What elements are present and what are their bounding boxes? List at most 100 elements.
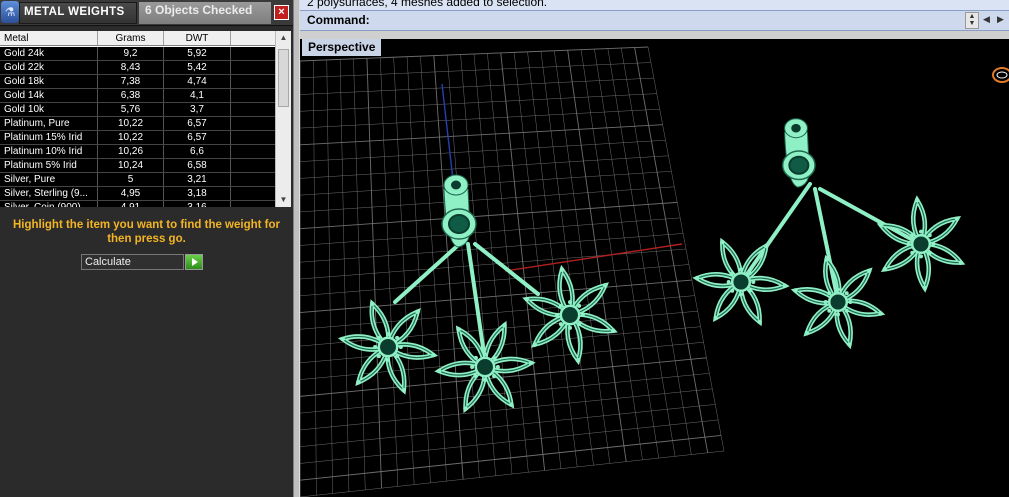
x-axis-line [504, 243, 683, 272]
table-row[interactable]: Platinum 5% Irid 10,24 6,58 [0, 159, 275, 173]
center-bead [568, 325, 572, 330]
arrow-right-icon[interactable]: ▶ [997, 14, 1004, 25]
center-bead [495, 365, 500, 369]
prong-bead [866, 268, 872, 274]
prong-bead [878, 311, 883, 316]
cell-metal: Platinum, Pure [0, 117, 98, 130]
earring-bail[interactable] [782, 118, 816, 188]
table-row[interactable]: Platinum 10% Irid 10,26 6,6 [0, 145, 275, 159]
prong-bead [602, 283, 608, 288]
center-bead [376, 354, 381, 359]
metal-weights-panel: ⚗ METAL WEIGHTS 6 Objects Checked × Meta… [0, 0, 293, 497]
center-bead [836, 287, 840, 292]
prong-bead [559, 267, 565, 272]
scrollbar-thumb[interactable] [278, 49, 289, 107]
close-button[interactable]: × [274, 5, 289, 20]
center-bead [473, 374, 478, 379]
perspective-viewport[interactable]: Perspective [300, 39, 1009, 497]
cell-empty [231, 103, 275, 116]
cell-metal: Platinum 15% Irid [0, 131, 98, 144]
prong-bead [356, 379, 361, 385]
command-spinner[interactable]: ▲ ▼ [965, 12, 979, 29]
prong-bead [847, 342, 852, 347]
cell-dwt: 6,58 [164, 159, 231, 172]
metal-table: Metal Grams DWT Gold 24k 9,2 5,92 Gold 22k 8… [0, 31, 291, 207]
cell-grams: 4,91 [98, 201, 164, 207]
table-row[interactable]: Silver, Sterling (9... 4,95 3,18 [0, 187, 275, 201]
prong-bead [524, 296, 530, 302]
cell-empty [231, 145, 275, 158]
prong-bead [793, 288, 798, 293]
cell-grams: 10,22 [98, 131, 164, 144]
calculate-dropdown[interactable]: Calculate [81, 254, 184, 270]
table-row[interactable]: Platinum 15% Irid 10,22 6,57 [0, 131, 275, 145]
grid-line [300, 279, 692, 313]
center-bead [730, 288, 735, 293]
prong-bead [713, 315, 719, 321]
flower[interactable] [434, 320, 536, 414]
prong-bead [415, 309, 420, 315]
column-header-dwt[interactable]: DWT [164, 31, 231, 45]
table-row[interactable]: Silver, Coin (900)4,913,16 [0, 201, 275, 207]
center-bead [395, 354, 400, 359]
cell-empty [231, 89, 275, 102]
table-scrollbar[interactable]: ▲ ▼ [275, 31, 291, 207]
flower[interactable] [876, 195, 966, 293]
grid-line [607, 48, 676, 457]
cell-empty [231, 61, 275, 74]
table-row[interactable]: Gold 24k 9,2 5,92 [0, 47, 275, 61]
cup-hole [788, 155, 810, 175]
prong-bead [782, 283, 788, 289]
scroll-down-icon[interactable]: ▼ [276, 193, 291, 207]
panel-splitter[interactable] [293, 0, 300, 497]
center-bead [483, 352, 487, 357]
table-row[interactable]: Gold 18k 7,38 4,74 [0, 75, 275, 89]
cell-grams: 4,95 [98, 187, 164, 200]
cell-empty [231, 47, 275, 60]
table-row[interactable]: Silver, Pure 5 3,21 [0, 173, 275, 187]
flower-center [730, 271, 752, 293]
center-bead [910, 250, 915, 255]
tab-metal-weights[interactable]: METAL WEIGHTS [19, 2, 137, 24]
bail-hole [451, 180, 461, 190]
center-bead [739, 267, 743, 272]
prong-bead [369, 301, 375, 307]
flower[interactable] [692, 237, 790, 327]
cell-metal: Silver, Coin (900) [0, 201, 98, 207]
cell-grams: 5,76 [98, 103, 164, 116]
scroll-up-icon[interactable]: ▲ [276, 31, 291, 45]
viewport-border [300, 31, 1009, 39]
column-header-grams[interactable]: Grams [98, 31, 164, 45]
center-bead [927, 233, 932, 238]
prong-bead [878, 223, 884, 228]
prong-bead [882, 266, 888, 272]
flower[interactable] [790, 254, 886, 350]
center-bead [848, 300, 853, 304]
column-header-metal[interactable]: Metal [0, 31, 98, 45]
flower-center [559, 304, 581, 326]
table-row[interactable]: Gold 10k 5,76 3,7 [0, 103, 275, 117]
viewport-title[interactable]: Perspective [302, 39, 382, 56]
center-bead [558, 303, 563, 308]
cell-grams: 9,2 [98, 47, 164, 60]
flower[interactable] [522, 264, 618, 366]
cell-grams: 8,43 [98, 61, 164, 74]
table-header: Metal Grams DWT [0, 31, 275, 46]
prong-bead [502, 323, 507, 328]
bail-hole [791, 123, 801, 133]
table-row[interactable]: Gold 22k 8,43 5,42 [0, 61, 275, 75]
grid-line [300, 388, 713, 431]
earring-bail[interactable] [441, 174, 477, 248]
center-bead [470, 365, 475, 369]
cell-empty [231, 159, 275, 172]
table-row[interactable]: Gold 14k 6,38 4,1 [0, 89, 275, 103]
go-button[interactable] [185, 254, 203, 270]
center-bead [751, 280, 756, 284]
table-row[interactable]: Platinum, Pure 10,22 6,57 [0, 117, 275, 131]
arrow-left-icon[interactable]: ◀ [983, 14, 990, 25]
command-input[interactable] [378, 13, 962, 28]
center-bead [844, 291, 849, 296]
cell-dwt: 4,74 [164, 75, 231, 88]
center-bead [827, 291, 832, 296]
viewport-scene[interactable] [300, 39, 1009, 497]
